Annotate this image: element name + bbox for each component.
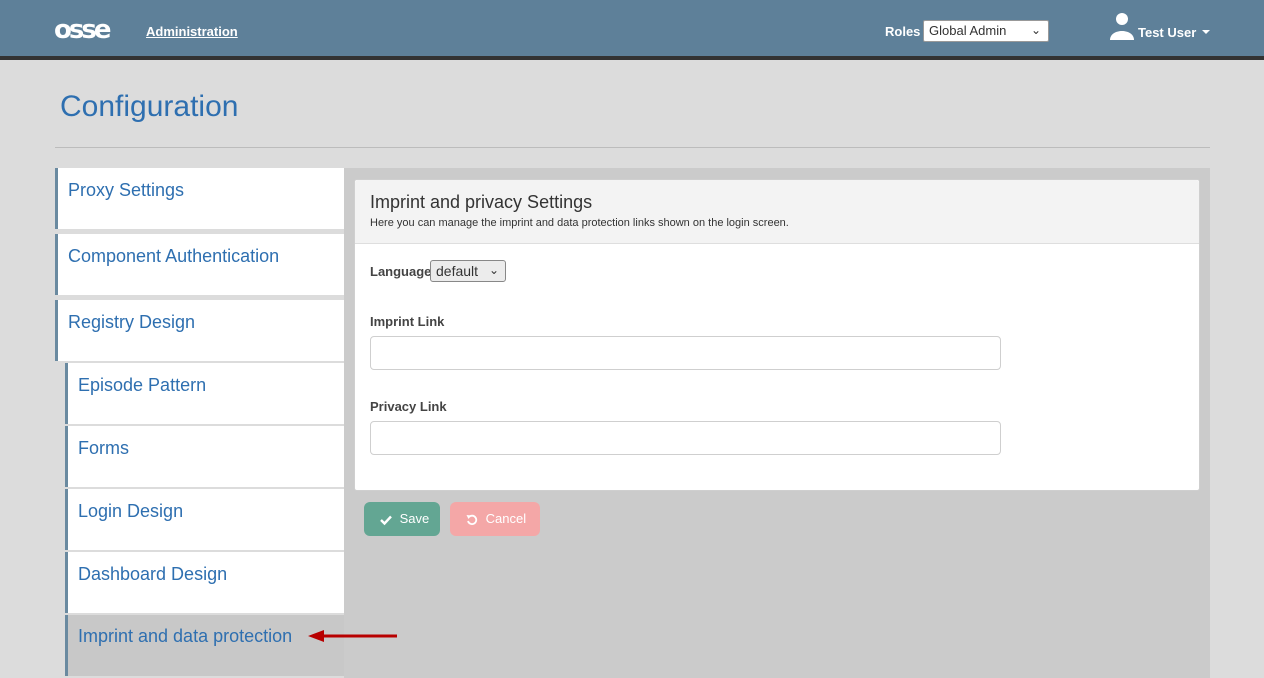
- panel-title: Imprint and privacy Settings: [370, 192, 593, 212]
- sidebar-item-label: Login Design: [78, 501, 184, 521]
- sidebar-item-label: Imprint and data protection: [78, 626, 293, 646]
- sidebar-item-label: Episode Pattern: [78, 375, 207, 395]
- sidebar-item-label: Forms: [78, 438, 129, 458]
- sidebar-item-proxy-settings[interactable]: Proxy Settings: [55, 168, 344, 229]
- annotation-arrow-icon: [308, 630, 397, 642]
- panel-subtitle: Here you can manage the imprint and data…: [370, 217, 789, 229]
- chevron-down-icon: ⌄: [488, 263, 499, 277]
- cancel-button-label: Cancel: [485, 511, 527, 526]
- imprint-link-label: Imprint Link: [370, 314, 445, 329]
- roles-select[interactable]: Global Admin ⌄: [923, 20, 1049, 42]
- user-icon[interactable]: [1110, 12, 1134, 40]
- language-select[interactable]: default ⌄: [430, 260, 506, 282]
- sidebar-item-registry-design[interactable]: Registry Design: [55, 300, 344, 361]
- top-navbar: osse Administration Roles Global Admin ⌄…: [0, 0, 1264, 60]
- sidebar-item-component-authentication[interactable]: Component Authentication: [55, 234, 344, 295]
- check-icon: [380, 515, 392, 525]
- app-logo[interactable]: osse: [54, 15, 111, 45]
- administration-link[interactable]: Administration: [146, 24, 238, 39]
- user-menu[interactable]: Test User: [1138, 25, 1196, 40]
- save-button-label: Save: [399, 511, 430, 526]
- save-button[interactable]: Save: [364, 502, 440, 536]
- panel-header: Imprint and privacy Settings Here you ca…: [355, 180, 1199, 244]
- privacy-link-input[interactable]: [370, 421, 1001, 455]
- sidebar-item-label: Component Authentication: [68, 246, 280, 266]
- sidebar-item-episode-pattern[interactable]: Episode Pattern: [65, 363, 344, 424]
- sidebar-item-imprint-and-data-protection[interactable]: Imprint and data protection: [65, 615, 344, 676]
- imprint-settings-panel: Imprint and privacy Settings Here you ca…: [354, 179, 1200, 491]
- sidebar-item-login-design[interactable]: Login Design: [65, 489, 344, 550]
- sidebar-item-forms[interactable]: Forms: [65, 426, 344, 487]
- sidebar-item-label: Registry Design: [68, 312, 196, 332]
- sidebar-item-dashboard-design[interactable]: Dashboard Design: [65, 552, 344, 613]
- cancel-button[interactable]: Cancel: [450, 502, 540, 536]
- language-label: Language: [370, 264, 432, 279]
- roles-selected-value: Global Admin: [929, 23, 1007, 38]
- title-divider: [55, 147, 1210, 148]
- imprint-link-input[interactable]: [370, 336, 1001, 370]
- language-selected-value: default: [436, 263, 479, 279]
- roles-label: Roles: [885, 24, 921, 39]
- sidebar-item-label: Proxy Settings: [68, 180, 185, 200]
- caret-down-icon[interactable]: [1202, 30, 1210, 34]
- page-title: Configuration: [60, 90, 239, 123]
- sidebar-item-label: Dashboard Design: [78, 564, 228, 584]
- privacy-link-label: Privacy Link: [370, 399, 447, 414]
- chevron-down-icon: ⌄: [1030, 23, 1041, 37]
- undo-icon: [466, 514, 478, 525]
